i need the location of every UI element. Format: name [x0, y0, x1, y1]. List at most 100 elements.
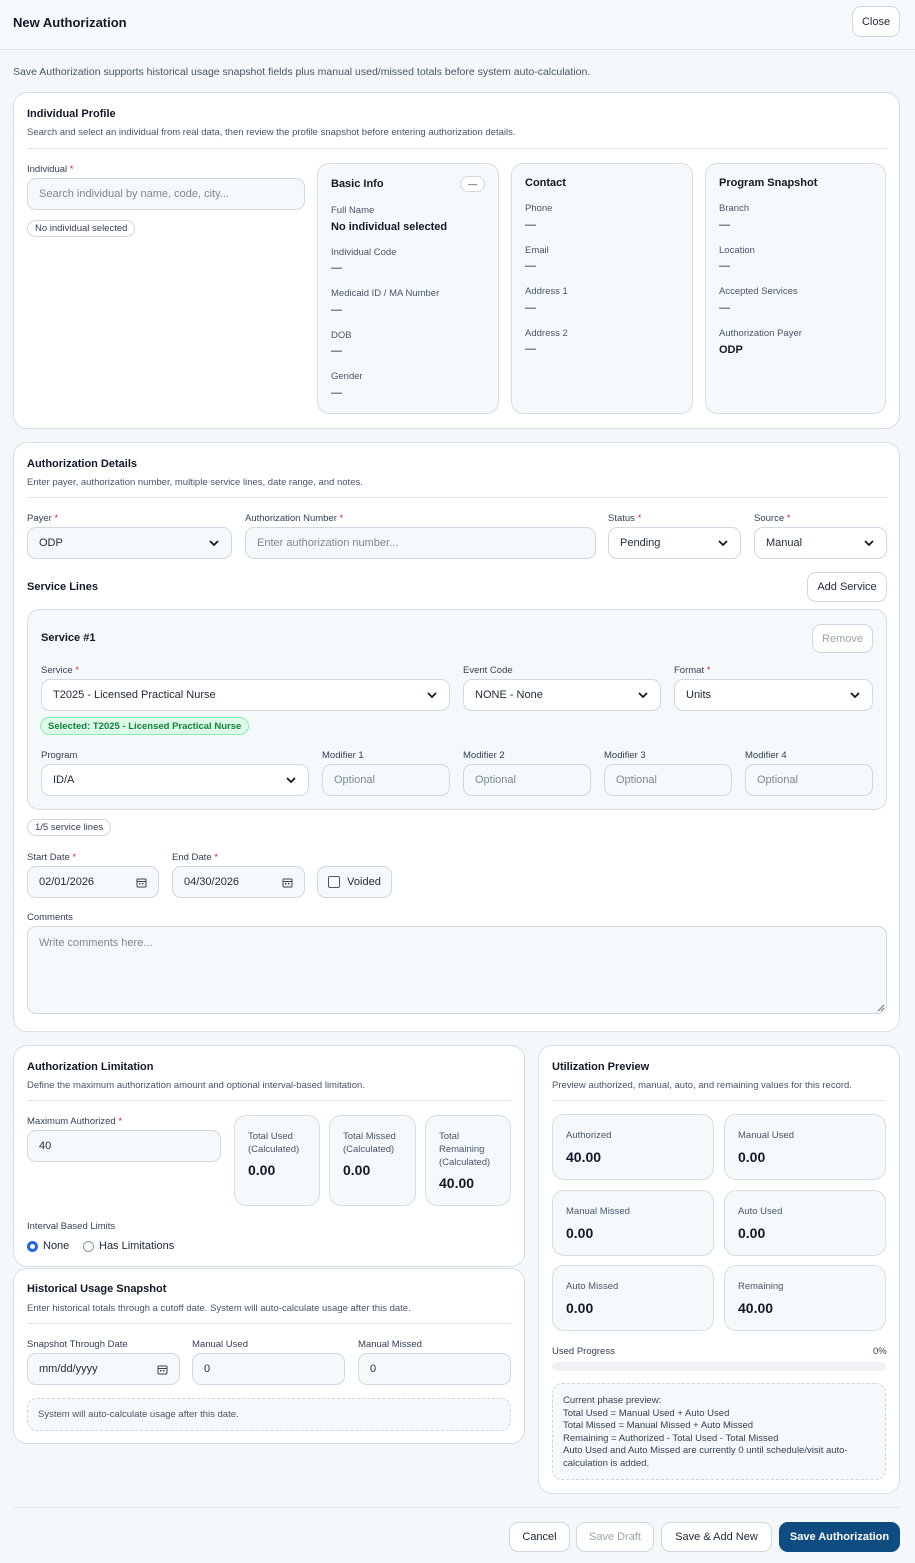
chevron-down-icon	[638, 692, 648, 699]
chevron-down-icon	[718, 540, 728, 547]
contact-title: Contact	[525, 177, 566, 189]
total-used-card	[234, 1115, 320, 1206]
phase-line: calculation is added.	[563, 1457, 650, 1469]
cancel-button[interactable]: Cancel	[509, 1522, 570, 1552]
radio-none[interactable]: None	[27, 1240, 69, 1252]
collapse-button[interactable]: —	[460, 176, 485, 192]
intro-text: Save Authorization supports historical u…	[13, 66, 591, 78]
payer-select[interactable]: ODP	[27, 527, 232, 559]
radio-has-limitations[interactable]: Has Limitations	[83, 1240, 174, 1252]
authorization-number-input[interactable]: Enter authorization number...	[245, 527, 596, 559]
modifier1-input[interactable]: Optional	[322, 764, 450, 796]
authorization-payer-label: Authorization Payer	[719, 328, 802, 339]
individual-label: Individual *	[27, 164, 74, 175]
manual-missed-card	[552, 1190, 714, 1256]
payer-label: Payer *	[27, 513, 59, 524]
auto-missed-value: 0.00	[566, 1300, 594, 1316]
voided-checkbox[interactable]	[328, 876, 341, 888]
phase-line: Total Missed = Manual Missed + Auto Miss…	[563, 1420, 754, 1431]
individual-code-label: Individual Code	[331, 247, 397, 258]
calendar-icon[interactable]	[157, 1364, 168, 1375]
address2-label: Address 2	[525, 328, 568, 339]
calendar-icon[interactable]	[136, 877, 147, 888]
location-label: Location	[719, 245, 755, 256]
individual-search-input[interactable]: Search individual by name, code, city...	[27, 178, 305, 210]
status-label: Status *	[608, 513, 642, 524]
radio-none-label: None	[43, 1240, 70, 1252]
format-label: Format *	[674, 665, 711, 676]
auto-used-card	[724, 1190, 886, 1256]
manual-used-input[interactable]: 0	[192, 1353, 345, 1385]
interval-limits-label: Interval Based Limits	[27, 1221, 116, 1232]
service-lines-title: Service Lines	[27, 581, 98, 593]
status-select[interactable]: Pending	[608, 527, 741, 559]
radio-has-limitations-button[interactable]	[83, 1240, 94, 1252]
maximum-authorized-label: Maximum Authorized *	[27, 1116, 123, 1127]
limitation-title: Authorization Limitation	[27, 1061, 154, 1073]
program-value: ID/A	[53, 774, 75, 786]
used-progress-label: Used Progress	[552, 1346, 615, 1357]
service-select[interactable]: T2025 - Licensed Practical Nurse	[41, 679, 450, 711]
chevron-down-icon	[209, 540, 219, 547]
service-line-title: Service #1	[41, 632, 96, 644]
save-authorization-button[interactable]: Save Authorization	[779, 1522, 900, 1552]
modifier4-input[interactable]: Optional	[745, 764, 873, 796]
comments-textarea[interactable]: Write comments here...	[27, 926, 887, 1014]
email-value: —	[525, 260, 536, 272]
remaining-value: 40.00	[738, 1300, 774, 1316]
manual-missed-label: Manual Missed	[358, 1339, 422, 1350]
program-select[interactable]: ID/A	[41, 764, 309, 796]
save-draft-button[interactable]: Save Draft	[576, 1522, 654, 1552]
resize-handle-icon[interactable]	[876, 1003, 885, 1012]
authorization-number-label: Authorization Number *	[245, 513, 344, 524]
source-select[interactable]: Manual	[754, 527, 887, 559]
manual-used-preview-label: Manual Used	[738, 1130, 794, 1141]
modifier2-label: Modifier 2	[463, 750, 505, 761]
modifier1-label: Modifier 1	[322, 750, 364, 761]
remove-service-button[interactable]: Remove	[812, 624, 873, 653]
event-code-select[interactable]: NONE - None	[463, 679, 661, 711]
divider	[27, 1100, 511, 1101]
dob-label: DOB	[331, 330, 352, 341]
authorized-value: 40.00	[566, 1149, 602, 1165]
program-snapshot-title: Program Snapshot	[719, 177, 818, 189]
start-date-input[interactable]: 02/01/2026	[27, 866, 159, 898]
radio-none-button[interactable]	[27, 1240, 38, 1252]
selected-service-badge: Selected: T2025 - Licensed Practical Nur…	[40, 717, 250, 735]
auto-used-value: 0.00	[738, 1225, 766, 1241]
used-progress-percent: 0%	[873, 1346, 887, 1357]
branch-label: Branch	[719, 203, 750, 214]
individual-code-value: —	[331, 262, 342, 274]
close-button[interactable]: Close	[852, 6, 900, 37]
format-value: Units	[686, 689, 712, 701]
save-and-add-new-button[interactable]: Save & Add New	[661, 1522, 772, 1552]
total-remaining-value: 40.00	[439, 1175, 475, 1191]
source-label: Source *	[754, 513, 791, 524]
event-code-value: NONE - None	[475, 689, 543, 701]
full-name-label: Full Name	[331, 205, 375, 216]
total-remaining-label: Total Remaining (Calculated)	[439, 1131, 491, 1168]
manual-missed-input[interactable]: 0	[358, 1353, 511, 1385]
address1-value: —	[525, 302, 536, 314]
service-label: Service *	[41, 665, 80, 676]
modifier3-input[interactable]: Optional	[604, 764, 732, 796]
dob-value: —	[331, 345, 342, 357]
chevron-down-icon	[850, 692, 860, 699]
service-value: T2025 - Licensed Practical Nurse	[53, 689, 216, 701]
end-date-input[interactable]: 04/30/2026	[172, 866, 305, 898]
calendar-icon[interactable]	[282, 877, 293, 888]
comments-label: Comments	[27, 912, 73, 923]
modifier2-input[interactable]: Optional	[463, 764, 591, 796]
add-service-button[interactable]: Add Service	[807, 572, 887, 602]
event-code-label: Event Code	[463, 665, 513, 676]
auto-missed-label: Auto Missed	[566, 1281, 619, 1292]
snapshot-through-placeholder: mm/dd/yyyy	[39, 1363, 98, 1375]
manual-used-label: Manual Used	[192, 1339, 248, 1350]
medicaid-label: Medicaid ID / MA Number	[331, 288, 440, 299]
maximum-authorized-input[interactable]: 40	[27, 1130, 221, 1162]
format-select[interactable]: Units	[674, 679, 873, 711]
voided-toggle[interactable]: Voided	[317, 866, 392, 898]
manual-used-card	[724, 1114, 886, 1180]
phase-line: Auto Used and Auto Missed are currently …	[563, 1445, 848, 1456]
snapshot-through-input[interactable]: mm/dd/yyyy	[27, 1353, 180, 1385]
